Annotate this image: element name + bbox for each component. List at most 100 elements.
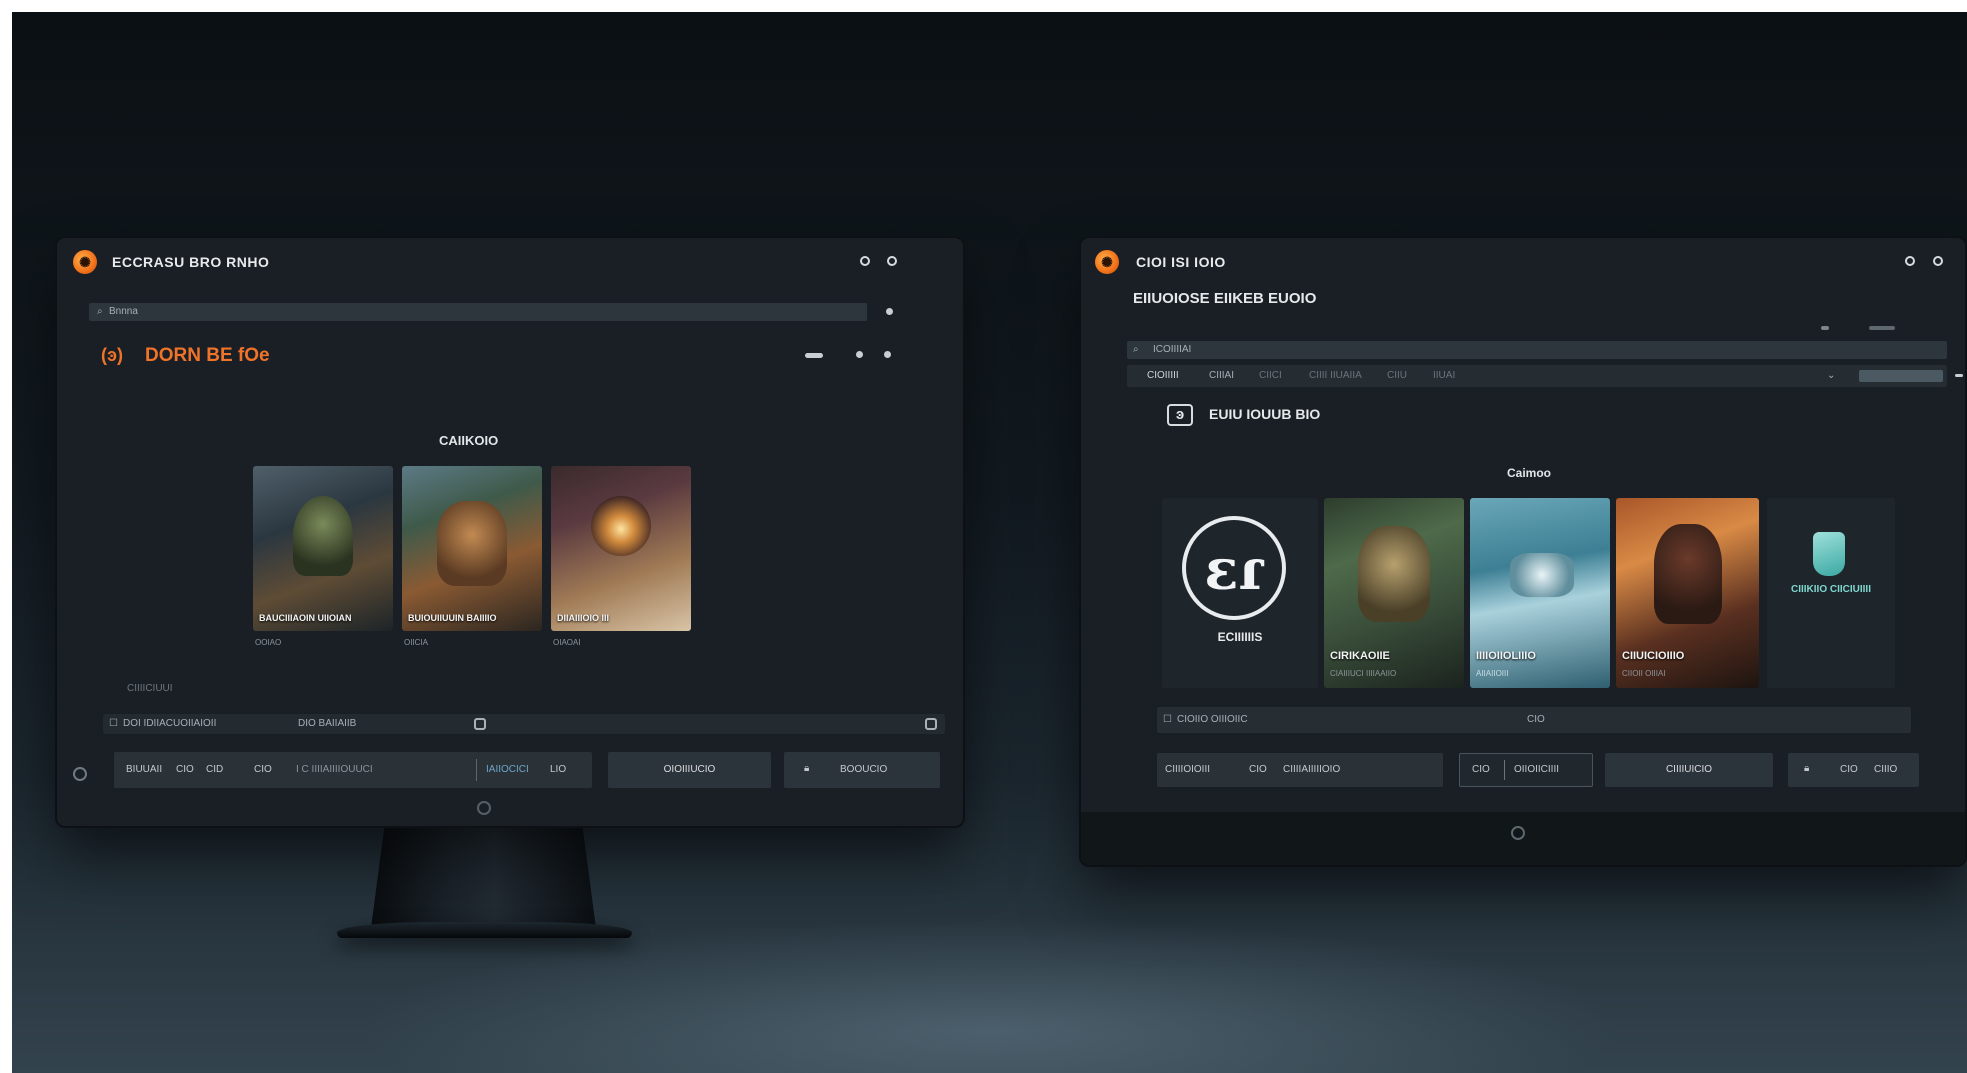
game-card[interactable]: CIIUICIOIIIO CIIOII OIIIAI — [1616, 498, 1759, 688]
left-filter-row: ☐ DOI IDIIACUOIIAIOII DIO BAIIAIIB — [103, 714, 945, 734]
checkbox-icon[interactable]: ☐ — [109, 718, 118, 729]
secondary-action-group[interactable]: 🔒︎ CIO CIIIO — [1788, 753, 1919, 787]
control-label[interactable]: BIUUAII — [126, 764, 162, 775]
filter-toggle-icon[interactable] — [474, 718, 486, 730]
search-icon: ⌕ — [1133, 344, 1139, 355]
filter-dropdown[interactable] — [1859, 370, 1943, 382]
filter-right-text: DIO BAIIAIIB — [298, 718, 357, 729]
right-control-bar: CIIIIOIOIII CIO CIIIIAIIIIIOIO — [1157, 753, 1443, 787]
divider — [476, 759, 477, 781]
game-card[interactable]: BAUCIIIAOIN UIIOIAN — [253, 466, 393, 631]
status-pill-icon — [1869, 326, 1895, 330]
close-button[interactable] — [887, 256, 897, 266]
right-search-input[interactable]: ⌕ ICOIIIIAI — [1127, 341, 1947, 359]
control-toggle-group[interactable]: CIO OIIOIICIIII — [1459, 753, 1593, 787]
power-icon[interactable] — [1511, 826, 1525, 840]
checkbox-icon[interactable]: ☐ — [1163, 714, 1172, 725]
status-dot-icon — [1821, 326, 1829, 330]
search-placeholder: ICOIIIIAI — [1153, 344, 1192, 355]
view-all-link[interactable]: CIIIICIUUI — [127, 683, 173, 694]
monitor-stand-neck — [371, 826, 596, 928]
card-artwork — [591, 496, 651, 556]
filter-tab[interactable]: CIIIAI — [1209, 370, 1234, 381]
brand-logo-mark: ɛɾ — [1182, 516, 1286, 620]
control-label[interactable]: I C IIIIAIIIIOUUCI — [296, 764, 373, 775]
control-label[interactable]: CIO — [1249, 764, 1267, 775]
card-artwork — [293, 496, 353, 576]
minimize-button[interactable] — [1905, 256, 1915, 266]
right-footer — [1081, 812, 1965, 865]
filter-more-icon[interactable] — [1955, 374, 1963, 377]
lock-icon: 🔒︎ — [1804, 763, 1810, 774]
left-control-bar: BIUUAII CIO CID CIO I C IIIIAIIIIOUUCI I… — [114, 752, 592, 788]
card-caption: OOIAO — [255, 638, 282, 647]
control-label[interactable]: CID — [206, 764, 223, 775]
card-caption: OIAOAI — [553, 638, 581, 647]
card-caption: AIIAIIOIII — [1476, 669, 1509, 678]
card-caption: CIIOII OIIIAI — [1622, 669, 1666, 678]
brand-logo-card[interactable]: ɛɾ ECIIIIIIS — [1162, 498, 1318, 688]
app-logo-icon: ✺ — [73, 250, 97, 274]
control-label[interactable]: OIIOIICIIII — [1514, 764, 1559, 775]
control-label[interactable]: CIO — [1472, 764, 1490, 775]
filter-tab[interactable]: CIICI — [1259, 370, 1282, 381]
control-label[interactable]: CIIIIOIOIII — [1165, 764, 1210, 775]
toggle-icon[interactable] — [805, 353, 823, 358]
settings-icon[interactable] — [73, 767, 87, 781]
control-label[interactable]: LIO — [550, 764, 566, 775]
card-artwork — [1358, 526, 1430, 622]
left-search-input[interactable]: ⌕ Bnnna — [89, 303, 867, 321]
game-card[interactable]: BUIOUIIUUIN BAIIIIO — [402, 466, 542, 631]
card-caption: CIAIIIUCI IIIIAAIIO — [1330, 669, 1397, 678]
game-card[interactable]: CIRIKAOIIE CIAIIIUCI IIIIAAIIO — [1324, 498, 1464, 688]
filter-tab[interactable]: CIOIIIII — [1147, 370, 1179, 381]
card-title: BAUCIIIAOIN UIIOIAN — [259, 613, 352, 623]
power-icon[interactable] — [477, 801, 491, 815]
game-card[interactable]: IIIIOIIOLIIIO AIIAIIOIII — [1470, 498, 1610, 688]
card-title: CIIUICIOIIIO — [1622, 650, 1685, 662]
right-section-title: Caimoo — [1507, 466, 1552, 480]
primary-action-button[interactable]: OIOIIIUCIO — [608, 752, 771, 788]
right-app-title: CIOI ISI IOIO — [1136, 254, 1226, 270]
control-label[interactable]: CIIIIAIIIIIOIO — [1283, 764, 1340, 775]
close-button[interactable] — [1933, 256, 1943, 266]
brand-logo-card[interactable]: CIIIKIIO CIICIUIIII — [1767, 498, 1895, 688]
right-page-heading: EUIU IOUUB BIO — [1209, 406, 1321, 422]
right-subtitle: EIIUOIOSE EIIKEB EUOIO — [1133, 290, 1317, 307]
control-label[interactable]: CIO — [1840, 764, 1858, 775]
search-options-icon[interactable] — [886, 308, 893, 315]
chevron-down-icon[interactable]: ⌄ — [1827, 370, 1835, 381]
filter-left-text: CIOIIO OIIIOIIC — [1177, 714, 1248, 725]
left-title-bar: ✺ ECCRASU BRO RNHO — [57, 238, 963, 284]
minimize-button[interactable] — [860, 256, 870, 266]
card-artwork — [437, 501, 507, 586]
control-label[interactable]: IAIIOCICI — [486, 764, 529, 775]
right-app-window: ✺ CIOI ISI IOIO EIIUOIOSE EIIKEB EUOIO ⌕… — [1081, 238, 1965, 865]
dot-icon[interactable] — [856, 351, 863, 358]
right-title-bar: ✺ CIOI ISI IOIO — [1081, 238, 1965, 284]
card-title: BUIOUIIUUIN BAIIIIO — [408, 613, 497, 623]
right-filter-tabs: CIOIIIII CIIIAI CIICI CIIII IIUAIIA CIIU… — [1127, 365, 1947, 387]
primary-action-button[interactable]: CIIIIUICIO — [1605, 753, 1773, 787]
search-icon: ⌕ — [97, 306, 103, 317]
brand-shield-icon — [1813, 532, 1845, 576]
filter-end-icon[interactable] — [925, 718, 937, 730]
card-artwork — [1654, 524, 1722, 624]
game-card[interactable]: DIIAIIIOIO III — [551, 466, 691, 631]
left-app-window: ✺ ECCRASU BRO RNHO ⌕ Bnnna (ͽ) DORN BE f… — [57, 238, 963, 826]
filter-tab[interactable]: CIIII IIUAIIA — [1309, 370, 1362, 381]
card-caption: OIICIA — [404, 638, 429, 647]
control-label[interactable]: CIIIO — [1874, 764, 1897, 775]
filter-left-text: DOI IDIIACUOIIAIOII — [123, 718, 217, 729]
control-label[interactable]: CIO — [254, 764, 272, 775]
filter-tab[interactable]: CIIU — [1387, 370, 1407, 381]
left-app-title: ECCRASU BRO RNHO — [112, 254, 270, 270]
filter-tab[interactable]: IIUAI — [1433, 370, 1455, 381]
control-label[interactable]: CIO — [176, 764, 194, 775]
heading-logo-icon: ͽ — [1167, 404, 1193, 426]
more-icon[interactable] — [884, 351, 891, 358]
divider — [1504, 760, 1505, 780]
right-filter-row: ☐ CIOIIO OIIIOIIC CIO — [1157, 707, 1911, 733]
card-title: IIIIOIIOLIIIO — [1476, 650, 1536, 662]
secondary-action-button[interactable]: 🔒︎ BOOUCIO — [784, 752, 940, 788]
